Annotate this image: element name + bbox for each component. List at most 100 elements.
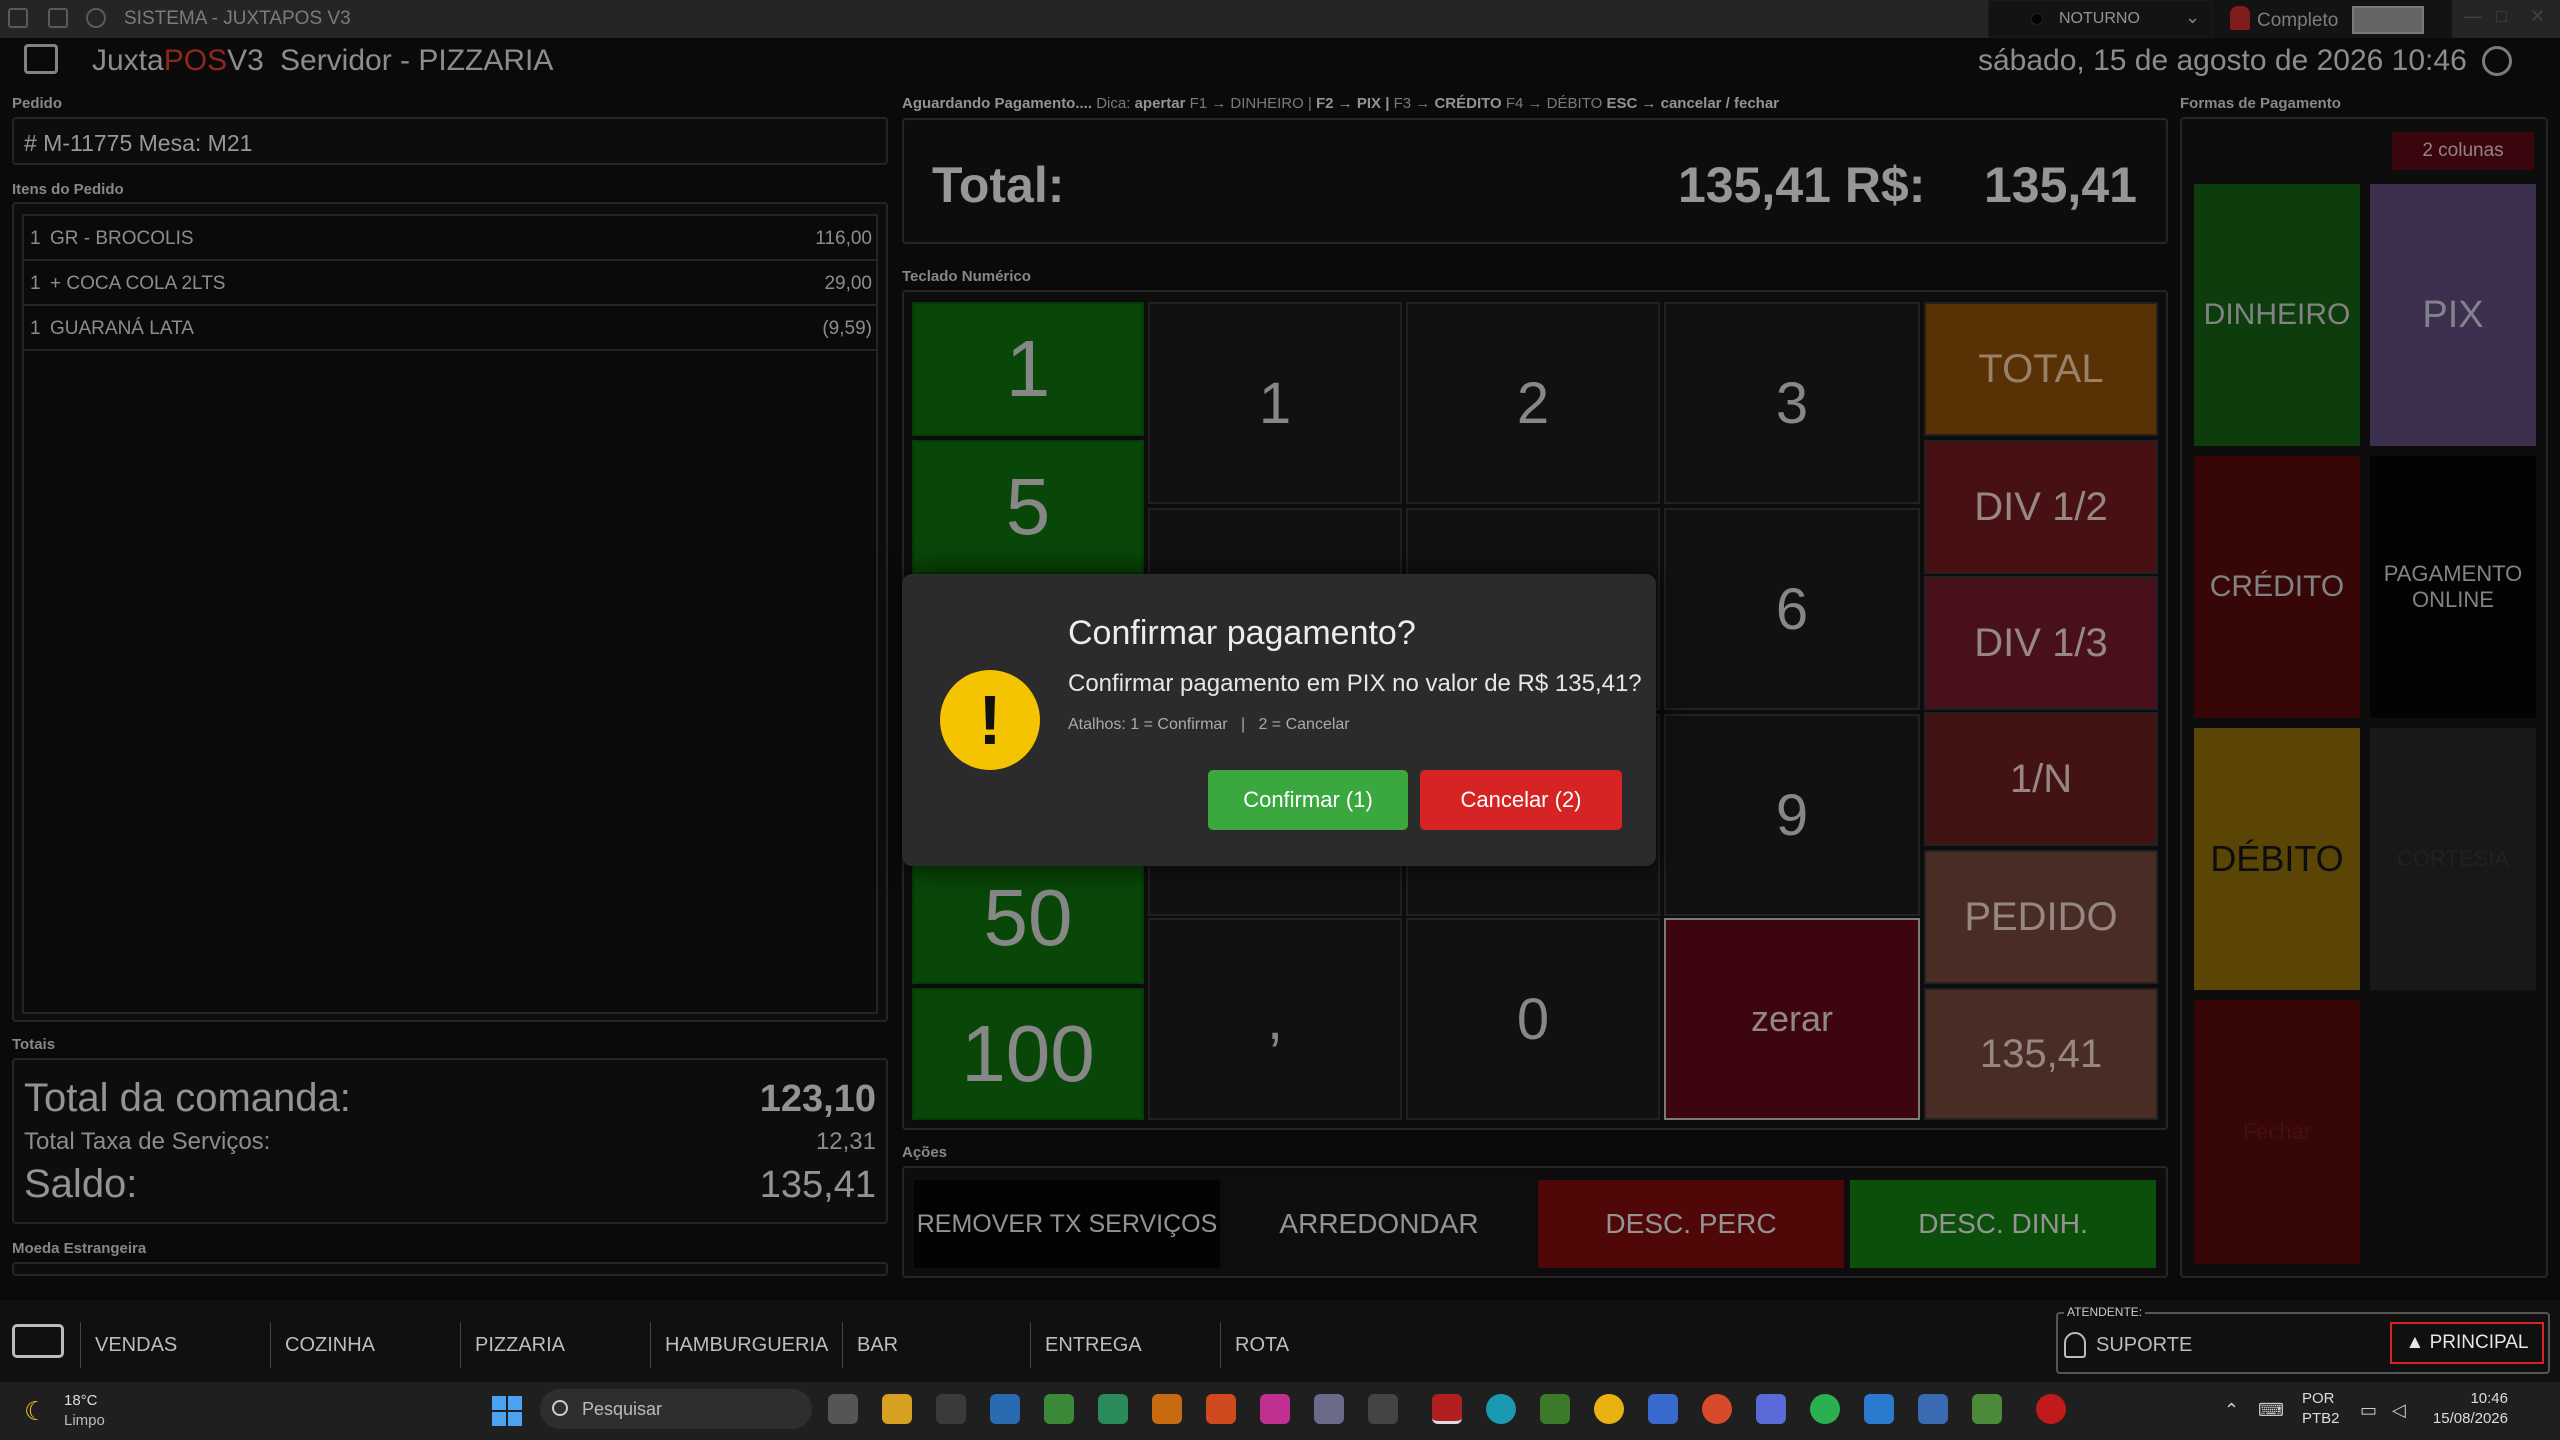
remove-service-tax-button[interactable]: REMOVER TX SERVIÇOS <box>914 1180 1220 1268</box>
pix-method-button[interactable]: PIX <box>2370 184 2536 446</box>
quick-value-1[interactable]: 1 <box>912 302 1144 436</box>
dialog-message: Confirmar pagamento em PIX no valor de R… <box>1068 670 1642 697</box>
list-item[interactable]: 1 + COCA COLA 2LTS 29,00 <box>24 261 876 306</box>
attendant-name: SUPORTE <box>2096 1334 2193 1356</box>
key-9[interactable]: 9 <box>1664 714 1920 916</box>
app-icon[interactable] <box>1972 1394 2002 1424</box>
search-icon <box>552 1400 568 1416</box>
dialog-title: Confirmar pagamento? <box>1068 614 1416 652</box>
tray-layout[interactable]: PTB2 <box>2302 1410 2340 1427</box>
amount-key[interactable]: 135,41 <box>1924 988 2158 1120</box>
mode-switch[interactable] <box>2352 6 2424 34</box>
task-view-icon[interactable] <box>828 1394 858 1424</box>
tab-entrega[interactable]: ENTREGA <box>1030 1322 1220 1368</box>
key-1[interactable]: 1 <box>1148 302 1402 504</box>
maximize-icon[interactable]: □ <box>2496 6 2507 27</box>
total-label: Total: <box>932 157 1065 213</box>
taskbar-search[interactable] <box>540 1389 812 1429</box>
browser-icon[interactable] <box>1206 1394 1236 1424</box>
foreign-currency-field[interactable] <box>12 1262 888 1276</box>
app-icon[interactable] <box>1098 1394 1128 1424</box>
cash-discount-button[interactable]: DESC. DINH. <box>1850 1180 2156 1268</box>
opera-icon[interactable] <box>2036 1394 2066 1424</box>
items-list[interactable]: 1 GR - BROCOLIS 116,00 1 + COCA COLA 2LTS 29… <box>22 214 878 1014</box>
tab-vendas[interactable]: VENDAS <box>80 1322 270 1368</box>
div-half-key[interactable]: DIV 1/2 <box>1924 440 2158 574</box>
key-3[interactable]: 3 <box>1664 302 1920 504</box>
cash-method-button[interactable]: DINHEIRO <box>2194 184 2360 446</box>
div-third-key[interactable]: DIV 1/3 <box>1924 576 2158 710</box>
payment-methods-label: Formas de Pagamento <box>2180 95 2341 112</box>
app-icon[interactable] <box>1540 1394 1570 1424</box>
key-comma[interactable]: , <box>1148 918 1402 1120</box>
key-6[interactable]: 6 <box>1664 508 1920 710</box>
moon-icon <box>2031 13 2043 25</box>
notification-icon[interactable] <box>2230 6 2250 30</box>
credit-method-button[interactable]: CRÉDITO <box>2194 456 2360 718</box>
app-icon[interactable] <box>936 1394 966 1424</box>
start-icon[interactable] <box>492 1396 522 1426</box>
keyboard-tray-icon[interactable]: ⌨ <box>2258 1400 2284 1421</box>
tray-time[interactable]: 10:46 <box>2428 1390 2508 1407</box>
app-icon[interactable] <box>1152 1394 1182 1424</box>
service-tax-value: 12,31 <box>815 1128 876 1155</box>
ai-icon[interactable] <box>1368 1394 1398 1424</box>
chevron-up-icon[interactable]: ⌃ <box>2224 1400 2239 1421</box>
confirm-button[interactable]: Confirmar (1) <box>1208 770 1408 830</box>
mode-toggle[interactable]: Completo <box>2212 0 2452 38</box>
round-button[interactable]: ARREDONDAR <box>1226 1180 1532 1268</box>
tray-language[interactable]: POR <box>2302 1390 2335 1407</box>
close-icon[interactable]: ✕ <box>2530 6 2545 27</box>
whatsapp-icon[interactable] <box>1810 1394 1840 1424</box>
quick-value-100[interactable]: 100 <box>912 988 1144 1120</box>
app-icon[interactable] <box>1314 1394 1344 1424</box>
courtesy-method-button[interactable]: CORTESIA <box>2370 728 2536 990</box>
quick-value-50[interactable]: 50 <box>912 852 1144 984</box>
app-icon[interactable] <box>1044 1394 1074 1424</box>
volume-icon[interactable]: ◁ <box>2392 1400 2406 1421</box>
key-2[interactable]: 2 <box>1406 302 1660 504</box>
app-icon[interactable] <box>1648 1394 1678 1424</box>
zerar-button[interactable]: zerar <box>1664 918 1920 1120</box>
columns-badge[interactable]: 2 colunas <box>2392 132 2534 170</box>
total-key[interactable]: TOTAL <box>1924 302 2158 436</box>
pedido-key[interactable]: PEDIDO <box>1924 850 2158 984</box>
settings-icon[interactable] <box>86 8 106 28</box>
list-item[interactable]: 1 GR - BROCOLIS 116,00 <box>24 216 876 261</box>
notepad-icon[interactable] <box>1918 1394 1948 1424</box>
vscode-icon[interactable] <box>1864 1394 1894 1424</box>
clock-icon <box>2482 46 2512 76</box>
key-0[interactable]: 0 <box>1406 918 1660 1120</box>
tab-cozinha[interactable]: COZINHA <box>270 1322 460 1368</box>
percent-discount-button[interactable]: DESC. PERC <box>1538 1180 1844 1268</box>
principal-button[interactable]: ▲ PRINCIPAL <box>2390 1322 2544 1364</box>
server-name: Servidor - PIZZARIA <box>280 44 554 77</box>
tray-date[interactable]: 15/08/2026 <box>2428 1410 2508 1427</box>
tab-pizzaria[interactable]: PIZZARIA <box>460 1322 650 1368</box>
app-menu-icon[interactable] <box>8 8 28 28</box>
app-icon[interactable] <box>1486 1394 1516 1424</box>
folder-icon[interactable] <box>882 1394 912 1424</box>
foreign-currency-label: Moeda Estrangeira <box>12 1240 147 1257</box>
online-payment-button[interactable]: PAGAMENTO ONLINE <box>2370 456 2536 718</box>
chrome-icon[interactable] <box>1594 1394 1624 1424</box>
juxtapos-taskbar-icon[interactable] <box>1432 1394 1462 1424</box>
debit-method-button[interactable]: DÉBITO <box>2194 728 2360 990</box>
quick-value-5[interactable]: 5 <box>912 440 1144 574</box>
instagram-icon[interactable] <box>1260 1394 1290 1424</box>
theme-select[interactable]: NOTURNO ⌄ <box>1988 0 2212 38</box>
tab-rota[interactable]: ROTA <box>1220 1322 1410 1368</box>
app-icon[interactable] <box>990 1394 1020 1424</box>
close-method-button[interactable]: Fechar <box>2194 1000 2360 1264</box>
keyboard-icon[interactable] <box>12 1324 64 1358</box>
list-item[interactable]: 1 GUARANÁ LATA (9,59) <box>24 306 876 351</box>
chrome-icon[interactable] <box>1702 1394 1732 1424</box>
network-icon[interactable]: ▭ <box>2360 1400 2377 1421</box>
tab-bar[interactable]: BAR <box>842 1322 1032 1368</box>
minimize-icon[interactable]: — <box>2464 6 2482 27</box>
div-n-key[interactable]: 1/N <box>1924 712 2158 846</box>
window-icon[interactable] <box>48 8 68 28</box>
cancel-button[interactable]: Cancelar (2) <box>1420 770 1622 830</box>
tab-hamburgueria[interactable]: HAMBURGUERIA <box>650 1322 840 1368</box>
discord-icon[interactable] <box>1756 1394 1786 1424</box>
